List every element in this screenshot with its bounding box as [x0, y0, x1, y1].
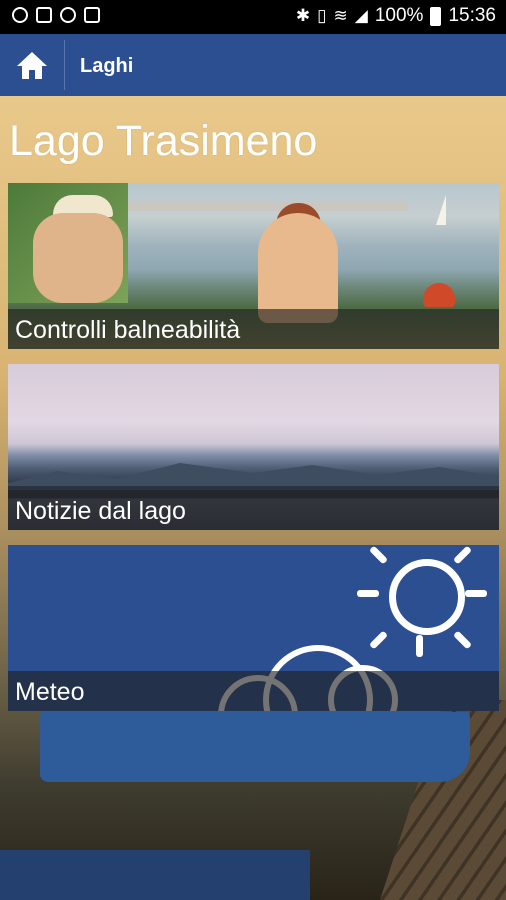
settings-icon	[12, 7, 28, 23]
battery-icon	[430, 6, 442, 26]
tile-label: Notizie dal lago	[8, 490, 499, 530]
bluetooth-icon: ✱	[295, 6, 311, 25]
wifi-icon: ≋	[333, 6, 348, 25]
page-title: Lago Trasimeno	[9, 117, 318, 165]
image-icon	[36, 7, 52, 23]
tile-meteo[interactable]: Meteo	[8, 545, 499, 711]
vibrate-icon: ▯	[317, 6, 327, 25]
app-bar: Laghi	[0, 34, 506, 96]
cloud-icon	[60, 7, 76, 23]
boat-image-2	[0, 850, 310, 900]
status-bar: ✱ ▯ ≋ ◢ 100% 15:36	[0, 0, 506, 34]
battery-percentage: 100%	[374, 5, 424, 26]
tile-controlli-balneabilita[interactable]: Controlli balneabilità	[8, 183, 499, 349]
home-icon	[17, 52, 47, 79]
photo-icon	[84, 7, 100, 23]
clock: 15:36	[448, 5, 496, 26]
signal-icon: ◢	[354, 6, 368, 25]
boat-image	[40, 712, 470, 782]
tile-label: Controlli balneabilità	[8, 309, 499, 349]
home-button[interactable]	[0, 34, 64, 96]
system-icons: ✱ ▯ ≋ ◢ 100% 15:36	[296, 5, 496, 27]
app-bar-divider	[64, 40, 65, 90]
tile-notizie-dal-lago[interactable]: Notizie dal lago	[8, 364, 499, 530]
notification-icons	[12, 7, 100, 23]
app-bar-title: Laghi	[80, 55, 134, 77]
tile-label: Meteo	[8, 671, 499, 711]
